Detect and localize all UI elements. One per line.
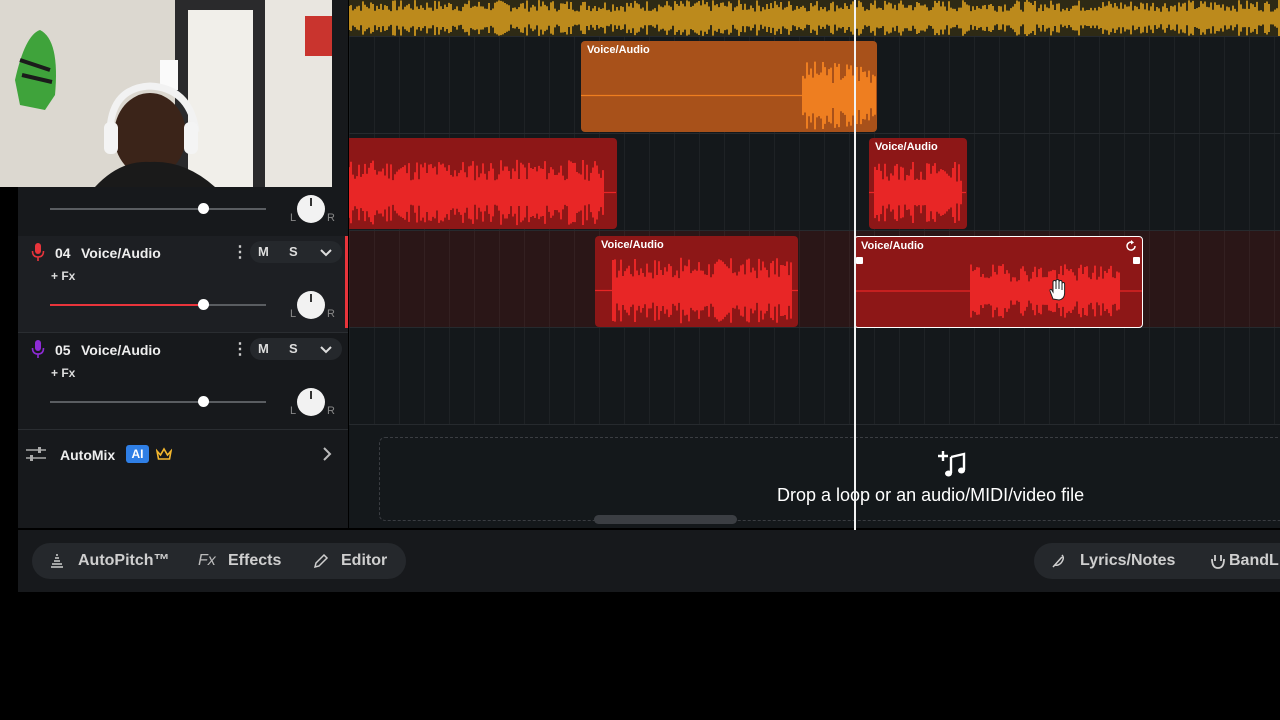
pan-knob-indicator [310, 391, 312, 399]
chevron-down-icon[interactable] [318, 244, 334, 260]
track-name[interactable]: Voice/Audio [81, 342, 161, 358]
waveform-path [349, 0, 1280, 36]
audio-clip[interactable]: Voice/Audio [581, 41, 877, 132]
editor-button[interactable]: Editor [341, 552, 387, 570]
track-lane-01[interactable] [349, 0, 1280, 37]
bandlab-icon [1211, 555, 1225, 569]
microphone-icon [31, 243, 45, 261]
automix-label: AutoMix [60, 447, 116, 463]
pan-knob[interactable] [297, 291, 325, 319]
mute-button[interactable]: M [258, 341, 269, 356]
solo-button[interactable]: S [289, 341, 298, 356]
waveform-path [581, 61, 876, 130]
audio-clip[interactable]: Voice/Audio [595, 236, 798, 327]
clip-waveform [855, 264, 1142, 318]
add-fx-button[interactable]: + Fx [51, 269, 75, 283]
pencil-icon [313, 553, 329, 569]
bottom-toolbar: AutoPitch™ Fx Effects Editor Lyrics/Note… [18, 530, 1280, 592]
audio-clip[interactable]: Voice/Audio [869, 138, 967, 229]
audio-clip[interactable] [349, 138, 617, 229]
volume-slider-fill [50, 304, 198, 306]
autopitch-button[interactable]: AutoPitch™ [78, 552, 170, 570]
pan-knob[interactable] [297, 388, 325, 416]
track-header-04[interactable]: 04 Voice/Audio + Fx ⋮ M S L R [18, 236, 348, 333]
track-lane-03[interactable]: Voice/Audio [349, 134, 1280, 231]
track-name[interactable]: Voice/Audio [81, 245, 161, 261]
clip-label: Voice/Audio [875, 141, 938, 153]
drop-zone-text: Drop a loop or an audio/MIDI/video file [777, 485, 1085, 505]
drop-zone[interactable]: Drop a loop or an audio/MIDI/video file [379, 437, 1280, 521]
track-number: 04 [55, 245, 71, 261]
mute-button[interactable]: M [258, 244, 269, 259]
track-header-05[interactable]: 05 Voice/Audio + Fx ⋮ M S L R [18, 333, 348, 430]
loop-icon[interactable] [1125, 240, 1137, 252]
add-music-icon [938, 451, 966, 477]
waveform-path [349, 159, 616, 226]
effects-button[interactable]: Effects [228, 552, 281, 570]
selected-track-indicator [345, 236, 348, 328]
track-lane-05[interactable] [349, 328, 1280, 425]
volume-slider-thumb[interactable] [198, 396, 209, 407]
waveform-path [855, 264, 1142, 318]
waveform-path [595, 257, 798, 324]
clip-waveform [595, 257, 798, 324]
ai-badge: AI [126, 445, 149, 463]
right-tools-pill: Lyrics/Notes BandL [1034, 543, 1280, 579]
track-lane-04[interactable]: Voice/Audio Voice/Audio [349, 231, 1280, 328]
volume-slider[interactable] [50, 396, 266, 407]
selected-audio-clip[interactable]: Voice/Audio [854, 236, 1143, 328]
track-lane-02[interactable]: Voice/Audio [349, 37, 1280, 134]
microphone-icon [31, 340, 45, 358]
autopitch-icon [51, 554, 63, 568]
track-menu-icon[interactable]: ⋮ [232, 339, 248, 359]
volume-slider[interactable] [50, 203, 266, 214]
clip-waveform [869, 161, 966, 224]
pan-left-label: L [290, 405, 297, 417]
pan-left-label: L [290, 308, 297, 320]
pan-knob-indicator [310, 198, 312, 206]
pan-knob[interactable] [297, 195, 325, 223]
volume-slider[interactable] [50, 299, 266, 310]
volume-slider-thumb[interactable] [198, 299, 209, 310]
fx-icon: Fx [198, 552, 216, 569]
chevron-right-icon[interactable] [321, 446, 333, 462]
trim-handle-right[interactable] [1133, 257, 1140, 264]
pan-left-label: L [290, 212, 297, 224]
timeline-grid [349, 328, 1280, 424]
trim-handle-left[interactable] [856, 257, 863, 264]
track-03-controls: L R [18, 140, 348, 236]
horizontal-scrollbar[interactable] [594, 515, 737, 524]
add-fx-button[interactable]: + Fx [51, 366, 75, 380]
pan-right-label: R [327, 212, 335, 224]
solo-button[interactable]: S [289, 244, 298, 259]
feather-icon [1052, 554, 1065, 568]
pan-right-label: R [327, 405, 335, 417]
track-menu-icon[interactable]: ⋮ [232, 242, 248, 262]
clip-waveform [349, 159, 616, 226]
playhead[interactable] [854, 0, 856, 530]
bandlab-button[interactable]: BandL [1229, 552, 1279, 570]
automix-row[interactable]: AutoMix AI [18, 432, 348, 476]
clip-label: Voice/Audio [587, 44, 650, 56]
clip-waveform [581, 61, 876, 130]
chevron-down-icon[interactable] [318, 341, 334, 357]
pan-knob-indicator [310, 294, 312, 302]
crown-icon [156, 447, 172, 460]
waveform-path [869, 161, 966, 224]
mute-solo-group: M S [250, 241, 342, 263]
hand-cursor-icon [1049, 279, 1066, 301]
mixer-sliders-icon [26, 447, 46, 461]
lyrics-notes-button[interactable]: Lyrics/Notes [1080, 552, 1175, 570]
pan-right-label: R [327, 308, 335, 320]
waveform-strip [349, 0, 1280, 36]
volume-slider-thumb[interactable] [198, 203, 209, 214]
clip-label: Voice/Audio [861, 240, 924, 252]
mute-solo-group: M S [250, 338, 342, 360]
track-number: 05 [55, 342, 71, 358]
clip-label: Voice/Audio [601, 239, 664, 251]
tools-pill: AutoPitch™ Fx Effects Editor [32, 543, 406, 579]
